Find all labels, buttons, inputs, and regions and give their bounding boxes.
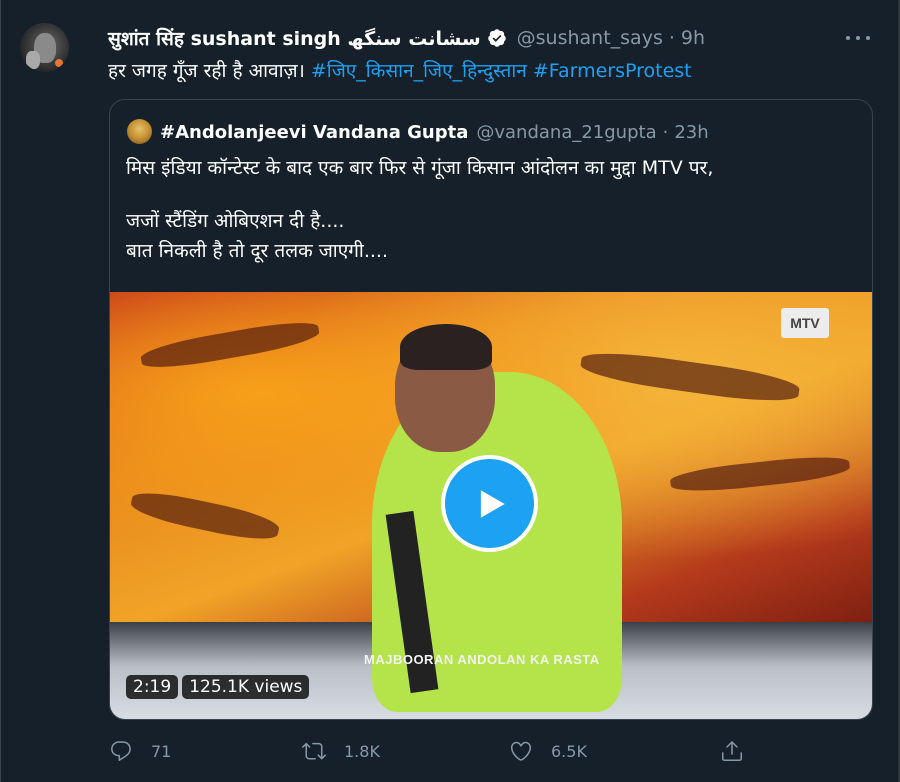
quoted-header: #Andolanjeevi Vandana Gupta @vandana_21g… [160, 118, 709, 146]
reply-count: 71 [151, 741, 172, 761]
author-handle[interactable]: @sushant_says [517, 27, 663, 49]
video-views: 125.1K views [182, 675, 310, 699]
hashtag-link[interactable]: #जिए_किसान_जिए_हिन्दुस्तान [311, 60, 527, 82]
share-button[interactable] [720, 736, 744, 766]
retweet-count: 1.8K [344, 741, 380, 761]
more-dot [846, 36, 850, 40]
performer-hair [400, 324, 492, 370]
backdrop-stripe [669, 452, 851, 496]
quoted-text-line: मिस इंडिया कॉन्टेस्ट के बाद एक बार फिर स… [126, 157, 714, 179]
avatar-dot [55, 59, 63, 67]
mtv-logo: MTV [781, 308, 829, 338]
author-name[interactable]: सुशांत सिंह sushant singh سشانت سنگھ [108, 25, 481, 51]
tweet[interactable]: सुशांत सिंह sushant singh سشانت سنگھ @su… [0, 0, 900, 782]
play-triangle [480, 489, 505, 518]
video-caption: MAJBOORAN ANDOLAN KA RASTA [364, 652, 600, 667]
more-dot [866, 36, 870, 40]
like-button[interactable]: 6.5K [509, 736, 587, 766]
video-duration: 2:19 [126, 675, 179, 699]
video-player[interactable]: MTV MAJBOORAN ANDOLAN KA RASTA 2:19 125.… [110, 292, 872, 719]
reply-icon [111, 741, 131, 761]
retweet-button[interactable]: 1.8K [302, 736, 380, 766]
avatar-hand [26, 51, 40, 69]
quoted-text-line: जजों स्टैंडिंग ओबिएशन दी है.... [126, 210, 345, 232]
retweet-icon [302, 742, 326, 760]
tweet-text-prefix: हर जगह गूँज रही है आवाज़। [108, 60, 305, 82]
quoted-separator: · [662, 121, 669, 143]
backdrop-stripe [128, 486, 282, 546]
quoted-handle[interactable]: @vandana_21gupta [476, 122, 656, 143]
verified-icon [487, 28, 507, 48]
quoted-timestamp[interactable]: 23h [674, 122, 708, 143]
backdrop-stripe [139, 316, 321, 374]
share-icon [722, 741, 742, 761]
heart-icon [510, 741, 532, 761]
quoted-avatar[interactable] [127, 119, 152, 144]
quoted-author-name[interactable]: #Andolanjeevi Vandana Gupta [160, 122, 468, 143]
more-dot [856, 36, 860, 40]
quoted-tweet[interactable]: #Andolanjeevi Vandana Gupta @vandana_21g… [109, 99, 873, 720]
timestamp[interactable]: 9h [681, 27, 705, 49]
tweet-header: सुशांत सिंह sushant singh سشانت سنگھ @su… [108, 24, 705, 52]
video-badges: 2:19 125.1K views [126, 675, 310, 699]
like-count: 6.5K [551, 741, 587, 761]
action-bar: 71 1.8K 6.5K [0, 736, 900, 766]
quoted-text-line: बात निकली है तो दूर तलक जाएगी.... [126, 240, 389, 262]
more-dots-icon[interactable] [844, 28, 872, 48]
reply-button[interactable]: 71 [109, 736, 171, 766]
avatar[interactable] [20, 23, 69, 72]
backdrop-stripe [578, 346, 802, 408]
hashtag-link[interactable]: #FarmersProtest [533, 60, 692, 82]
play-icon[interactable] [441, 455, 538, 552]
tweet-text: हर जगह गूँज रही है आवाज़। #जिए_किसान_जिए… [108, 57, 692, 85]
separator: · [668, 27, 675, 49]
